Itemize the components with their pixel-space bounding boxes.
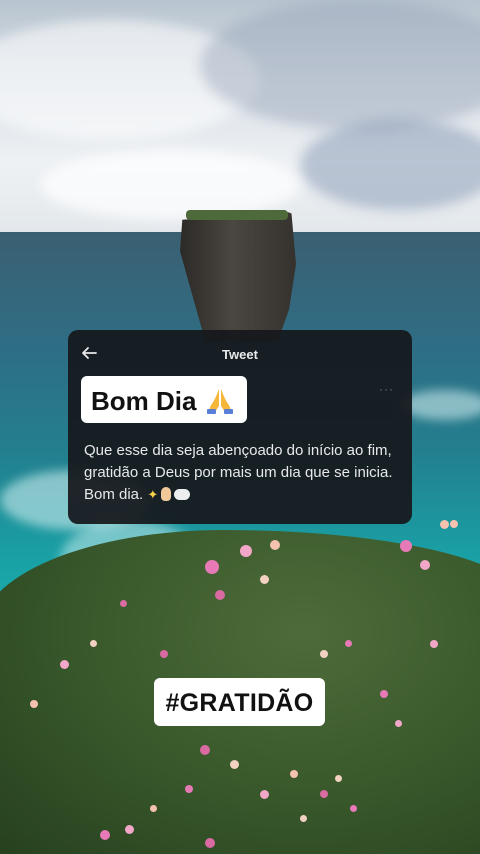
- flower: [200, 745, 210, 755]
- flower: [205, 560, 219, 574]
- flower: [150, 805, 157, 812]
- flower: [300, 815, 307, 822]
- flower: [420, 560, 430, 570]
- rock-grass-top: [186, 210, 288, 220]
- flower: [260, 790, 269, 799]
- tweet-card: Tweet ··· Que esse dia seja abençoado do…: [68, 330, 412, 524]
- flower: [320, 790, 328, 798]
- hashtag-sticker: #GRATIDÃO: [154, 678, 325, 726]
- sparkles-icon: ✦: [147, 487, 159, 503]
- flower: [430, 640, 438, 648]
- flower: [290, 770, 298, 778]
- tweet-body: Que esse dia seja abençoado do início ao…: [84, 440, 400, 506]
- flower: [90, 640, 97, 647]
- flower: [160, 650, 168, 658]
- flower: [380, 690, 388, 698]
- flower: [100, 830, 110, 840]
- wave-foam: [400, 390, 480, 420]
- flower: [205, 838, 215, 848]
- crossed-fingers-icon: [161, 487, 172, 502]
- flower: [215, 590, 225, 600]
- flower: [450, 520, 458, 528]
- flower: [260, 575, 269, 584]
- tweet-emojis: ✦: [147, 484, 191, 506]
- flower: [335, 775, 342, 782]
- flower: [120, 600, 127, 607]
- flower: [395, 720, 402, 727]
- tweet-header-title: Tweet: [222, 347, 258, 362]
- thought-bubble-icon: [174, 489, 191, 501]
- flower: [185, 785, 193, 793]
- flower: [270, 540, 280, 550]
- greeting-text: Bom Dia: [91, 386, 197, 416]
- flower: [350, 805, 357, 812]
- greeting-sticker: Bom Dia: [81, 376, 247, 423]
- praying-hands-icon: [205, 386, 235, 414]
- flower: [30, 700, 38, 708]
- flower: [240, 545, 252, 557]
- flower: [345, 640, 352, 647]
- hashtag-text: #GRATIDÃO: [165, 689, 314, 717]
- flower: [60, 660, 69, 669]
- flower: [230, 760, 239, 769]
- tweet-body-text: Que esse dia seja abençoado do início ao…: [84, 442, 393, 503]
- flower: [125, 825, 134, 834]
- flower: [320, 650, 328, 658]
- flower: [400, 540, 412, 552]
- flower: [440, 520, 449, 529]
- more-options-icon[interactable]: ···: [379, 382, 394, 396]
